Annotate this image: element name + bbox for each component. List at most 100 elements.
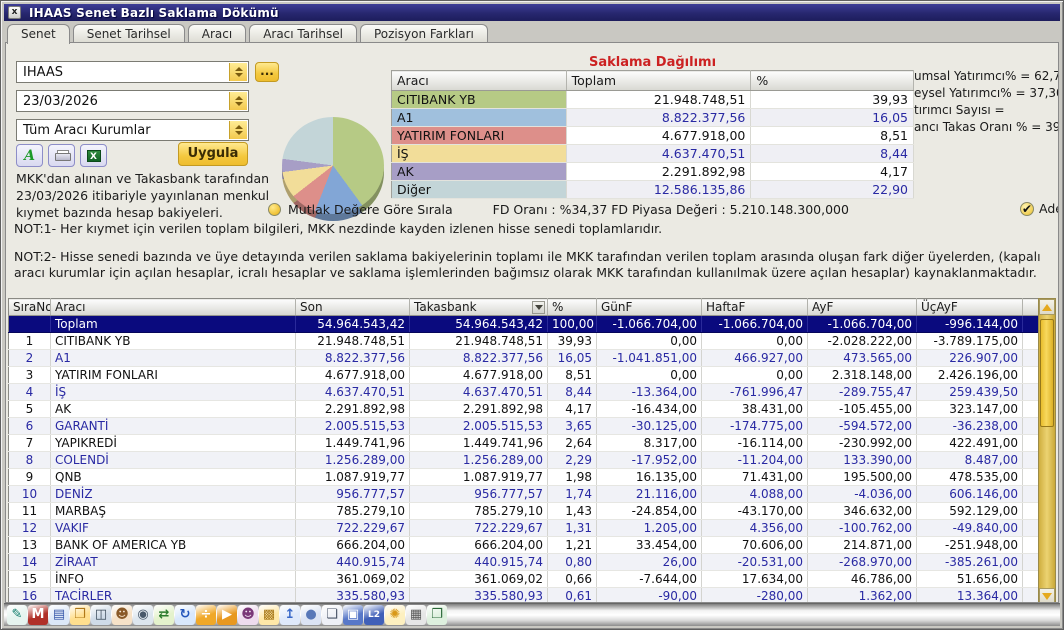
tab-senet[interactable]: Senet xyxy=(7,24,70,44)
cell-filler xyxy=(1022,570,1039,588)
spinner-icon[interactable] xyxy=(229,92,247,110)
cell-araci: TACİRLER xyxy=(50,587,296,602)
table-row[interactable]: 15 İNFO 361.069,02 361.069,02 0,66 -7.644,00 1… xyxy=(8,570,1039,588)
apply-button[interactable]: Uygula xyxy=(178,142,248,166)
layers-icon[interactable]: ▩ xyxy=(259,605,279,625)
scroll-down-icon[interactable] xyxy=(1039,588,1055,602)
table-row[interactable]: 3 YATIRIM FONLARI 4.677.918,00 4.677.918,00… xyxy=(8,366,1039,384)
print-button[interactable] xyxy=(48,144,75,167)
cell-ayf: 195.500,00 xyxy=(807,468,917,486)
cell-gunf: -90,00 xyxy=(596,587,702,602)
dist-col-pct: % xyxy=(750,70,914,91)
total-row[interactable]: Toplam 54.964.543,42 54.964.543,42 100,00 -1… xyxy=(8,315,1039,333)
cell-ucayf: 51.656,00 xyxy=(916,570,1023,588)
database-icon[interactable]: ▣ xyxy=(343,605,363,625)
divide-icon[interactable]: ÷ xyxy=(196,605,216,625)
cell-filler xyxy=(1022,366,1039,384)
image-icon[interactable]: ❐ xyxy=(427,605,447,625)
date-combobox[interactable]: 23/03/2026 xyxy=(16,90,249,112)
sparkle-icon[interactable]: ✺ xyxy=(385,605,405,625)
spinner-icon[interactable] xyxy=(229,63,247,81)
table-row[interactable]: 7 YAPIKREDİ 1.449.741,96 1.449.741,96 2,64 8.… xyxy=(8,434,1039,452)
tab-pozisyon-farkları[interactable]: Pozisyon Farkları xyxy=(359,24,488,43)
tab-senet-tarihsel[interactable]: Senet Tarihsel xyxy=(72,24,185,43)
analyst-icon[interactable]: ☻ xyxy=(238,605,258,625)
table-row[interactable]: 8 COLENDİ 1.256.289,00 1.256.289,00 2,29 -17.… xyxy=(8,451,1039,469)
board-icon[interactable]: ◫ xyxy=(91,605,111,625)
cell-son: 2.005.515,53 xyxy=(295,417,410,435)
cell-sira: 8 xyxy=(8,451,51,469)
upload-icon[interactable]: ↥ xyxy=(280,605,300,625)
cell-araci: GARANTİ xyxy=(50,417,296,435)
cell-gunf: -24.854,00 xyxy=(596,502,702,520)
cell-ucayf: -996.144,00 xyxy=(916,315,1023,333)
close-button[interactable]: x xyxy=(8,6,21,19)
distribution-row: İŞ 4.637.470,51 8,44 xyxy=(391,144,914,163)
scroll-up-icon[interactable] xyxy=(1039,299,1055,315)
chart-edit-icon[interactable]: ✎ xyxy=(7,605,27,625)
table-row[interactable]: 6 GARANTİ 2.005.515,53 2.005.515,53 3,65 -30.… xyxy=(8,417,1039,435)
distribution-cell: AK xyxy=(391,162,567,181)
column-header-günf[interactable]: GünF xyxy=(596,298,702,316)
column-header-haftaf[interactable]: HaftaF xyxy=(701,298,808,316)
table-row[interactable]: 2 A1 8.822.377,56 8.822.377,56 16,05 -1.041.8… xyxy=(8,349,1039,367)
cell-pct: 0,66 xyxy=(547,570,597,588)
folder-icon[interactable]: ❒ xyxy=(70,605,90,625)
excel-export-button[interactable]: X xyxy=(80,144,107,167)
table-row[interactable]: 1 CITIBANK YB 21.948.748,51 21.948.748,51 39… xyxy=(8,332,1039,350)
cell-araci: AK xyxy=(50,400,296,418)
column-header-takasbank[interactable]: Takasbank xyxy=(409,298,548,316)
sort-radio-icon[interactable] xyxy=(268,203,281,216)
table-row[interactable]: 13 BANK OF AMERICA YB 666.204,00 666.204,00… xyxy=(8,536,1039,554)
cell-son: 1.449.741,96 xyxy=(295,434,410,452)
table-row[interactable]: 5 AK 2.291.892,98 2.291.892,98 4,17 -16.434,0… xyxy=(8,400,1039,418)
column-header-%[interactable]: % xyxy=(547,298,597,316)
column-header-sırano[interactable]: SıraNo xyxy=(8,298,51,316)
tab-aracı[interactable]: Aracı xyxy=(187,24,247,43)
transfer-icon[interactable]: ⇄ xyxy=(154,605,174,625)
refresh-icon[interactable]: ↻ xyxy=(175,605,195,625)
column-header-üçayf[interactable]: ÜçAyF xyxy=(916,298,1023,316)
table-row[interactable]: 9 QNB 1.087.919,77 1.087.919,77 1,98 16.135,0… xyxy=(8,468,1039,486)
broker-filter-combobox[interactable]: Tüm Aracı Kurumlar xyxy=(16,119,249,141)
spinner-icon[interactable] xyxy=(229,121,247,139)
table-row[interactable]: 4 İŞ 4.637.470,51 4.637.470,51 8,44 -13.364,0… xyxy=(8,383,1039,401)
font-button[interactable]: A xyxy=(16,144,43,167)
cell-son: 1.087.919,77 xyxy=(295,468,410,486)
cell-pct: 2,29 xyxy=(547,451,597,469)
cell-pct: 1,74 xyxy=(547,485,597,503)
vertical-scrollbar[interactable] xyxy=(1038,298,1056,602)
sort-indicator-icon[interactable] xyxy=(532,301,545,314)
browse-button[interactable]: ... xyxy=(255,62,279,82)
tab-aracı-tarihsel[interactable]: Aracı Tarihsel xyxy=(249,24,357,43)
table-row[interactable]: 10 DENİZ 956.777,57 956.777,57 1,74 21.116,00… xyxy=(8,485,1039,503)
distribution-cell: 12.586.135,86 xyxy=(566,180,752,199)
column-header-son[interactable]: Son xyxy=(295,298,410,316)
adet-checkbox[interactable]: ✔ Adet xyxy=(1020,201,1058,216)
play-icon[interactable]: ▶ xyxy=(217,605,237,625)
cell-filler xyxy=(1022,536,1039,554)
cell-araci: BANK OF AMERICA YB xyxy=(50,536,296,554)
metastock-icon[interactable]: M xyxy=(28,605,48,625)
report-icon[interactable]: ▤ xyxy=(49,605,69,625)
cell-gunf: -17.952,00 xyxy=(596,451,702,469)
column-header-aracı[interactable]: Aracı xyxy=(50,298,296,316)
cell-sira xyxy=(8,315,51,333)
column-header-ayf[interactable]: AyF xyxy=(807,298,917,316)
search-icon[interactable]: ◉ xyxy=(133,605,153,625)
security-combobox[interactable]: IHAAS xyxy=(16,61,249,83)
users-icon[interactable]: ☻ xyxy=(112,605,132,625)
trash-icon[interactable]: ▦ xyxy=(406,605,426,625)
table-row[interactable]: 16 TACİRLER 335.580,93 335.580,93 0,61 -90,00… xyxy=(8,587,1039,602)
printer-icon xyxy=(54,150,71,161)
l2-icon[interactable]: L2 xyxy=(364,605,384,625)
cell-takasbank: 1.256.289,00 xyxy=(409,451,548,469)
table-row[interactable]: 12 VAKIF 722.229,67 722.229,67 1,31 1.205,00 4… xyxy=(8,519,1039,537)
cell-ucayf: -251.948,00 xyxy=(916,536,1023,554)
table-row[interactable]: 14 ZİRAAT 440.915,74 440.915,74 0,80 26,00 -20… xyxy=(8,553,1039,571)
table-row[interactable]: 11 MARBAŞ 785.279,10 785.279,10 1,43 -24.854,… xyxy=(8,502,1039,520)
distribution-cell: YATIRIM FONLARI xyxy=(391,126,567,145)
scrollbar-thumb[interactable] xyxy=(1040,319,1054,427)
doc-search-icon[interactable]: ❏ xyxy=(322,605,342,625)
sphere-icon[interactable]: ● xyxy=(301,605,321,625)
